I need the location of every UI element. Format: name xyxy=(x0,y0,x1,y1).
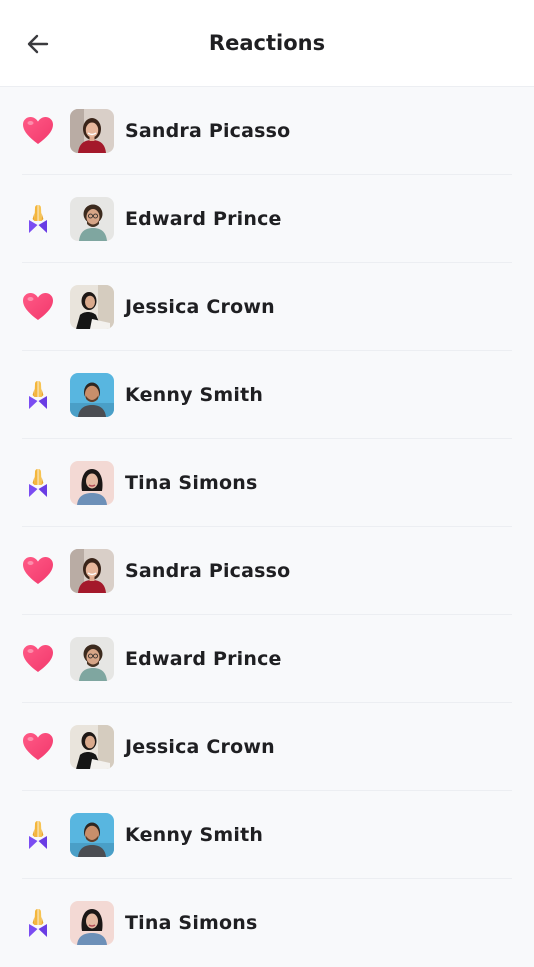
user-name[interactable]: Jessica Crown xyxy=(125,296,275,318)
praying-hands-icon xyxy=(21,202,55,236)
reaction-row[interactable]: Tina Simons xyxy=(22,439,512,527)
heart-icon xyxy=(21,554,55,588)
heart-icon xyxy=(21,114,55,148)
praying-hands-icon xyxy=(21,906,55,940)
user-name[interactable]: Sandra Picasso xyxy=(125,120,290,142)
avatar[interactable] xyxy=(70,108,114,153)
arrow-left-icon xyxy=(27,34,49,54)
reaction-row[interactable]: Jessica Crown xyxy=(22,263,512,351)
user-name[interactable]: Jessica Crown xyxy=(125,736,275,758)
heart-icon xyxy=(21,730,55,764)
avatar[interactable] xyxy=(70,284,114,329)
user-name[interactable]: Edward Prince xyxy=(125,208,282,230)
reaction-row[interactable]: Edward Prince xyxy=(22,615,512,703)
user-name[interactable]: Tina Simons xyxy=(125,912,258,934)
praying-hands-icon xyxy=(21,466,55,500)
avatar[interactable] xyxy=(70,636,114,681)
heart-icon xyxy=(21,290,55,324)
avatar[interactable] xyxy=(70,372,114,417)
user-name[interactable]: Tina Simons xyxy=(125,472,258,494)
user-name[interactable]: Sandra Picasso xyxy=(125,560,290,582)
reaction-row[interactable]: Tina Simons xyxy=(22,879,512,967)
user-name[interactable]: Kenny Smith xyxy=(125,384,263,406)
praying-hands-icon xyxy=(21,378,55,412)
reaction-row[interactable]: Kenny Smith xyxy=(22,791,512,879)
reaction-row[interactable]: Kenny Smith xyxy=(22,351,512,439)
user-name[interactable]: Kenny Smith xyxy=(125,824,263,846)
avatar[interactable] xyxy=(70,901,114,945)
reaction-row[interactable]: Edward Prince xyxy=(22,175,512,263)
reaction-row[interactable]: Jessica Crown xyxy=(22,703,512,791)
reaction-row[interactable]: Sandra Picasso xyxy=(22,527,512,615)
avatar[interactable] xyxy=(70,724,114,769)
heart-icon xyxy=(21,642,55,676)
app-header: Reactions xyxy=(0,0,534,87)
praying-hands-icon xyxy=(21,818,55,852)
page-title: Reactions xyxy=(208,31,326,55)
back-button[interactable] xyxy=(20,26,56,62)
user-name[interactable]: Edward Prince xyxy=(125,648,282,670)
avatar[interactable] xyxy=(70,812,114,857)
reaction-row[interactable]: Sandra Picasso xyxy=(22,87,512,175)
avatar[interactable] xyxy=(70,196,114,241)
avatar[interactable] xyxy=(70,548,114,593)
avatar[interactable] xyxy=(70,460,114,505)
reactions-list: Sandra Picasso Edward Prince Jessica Cro… xyxy=(0,87,534,967)
